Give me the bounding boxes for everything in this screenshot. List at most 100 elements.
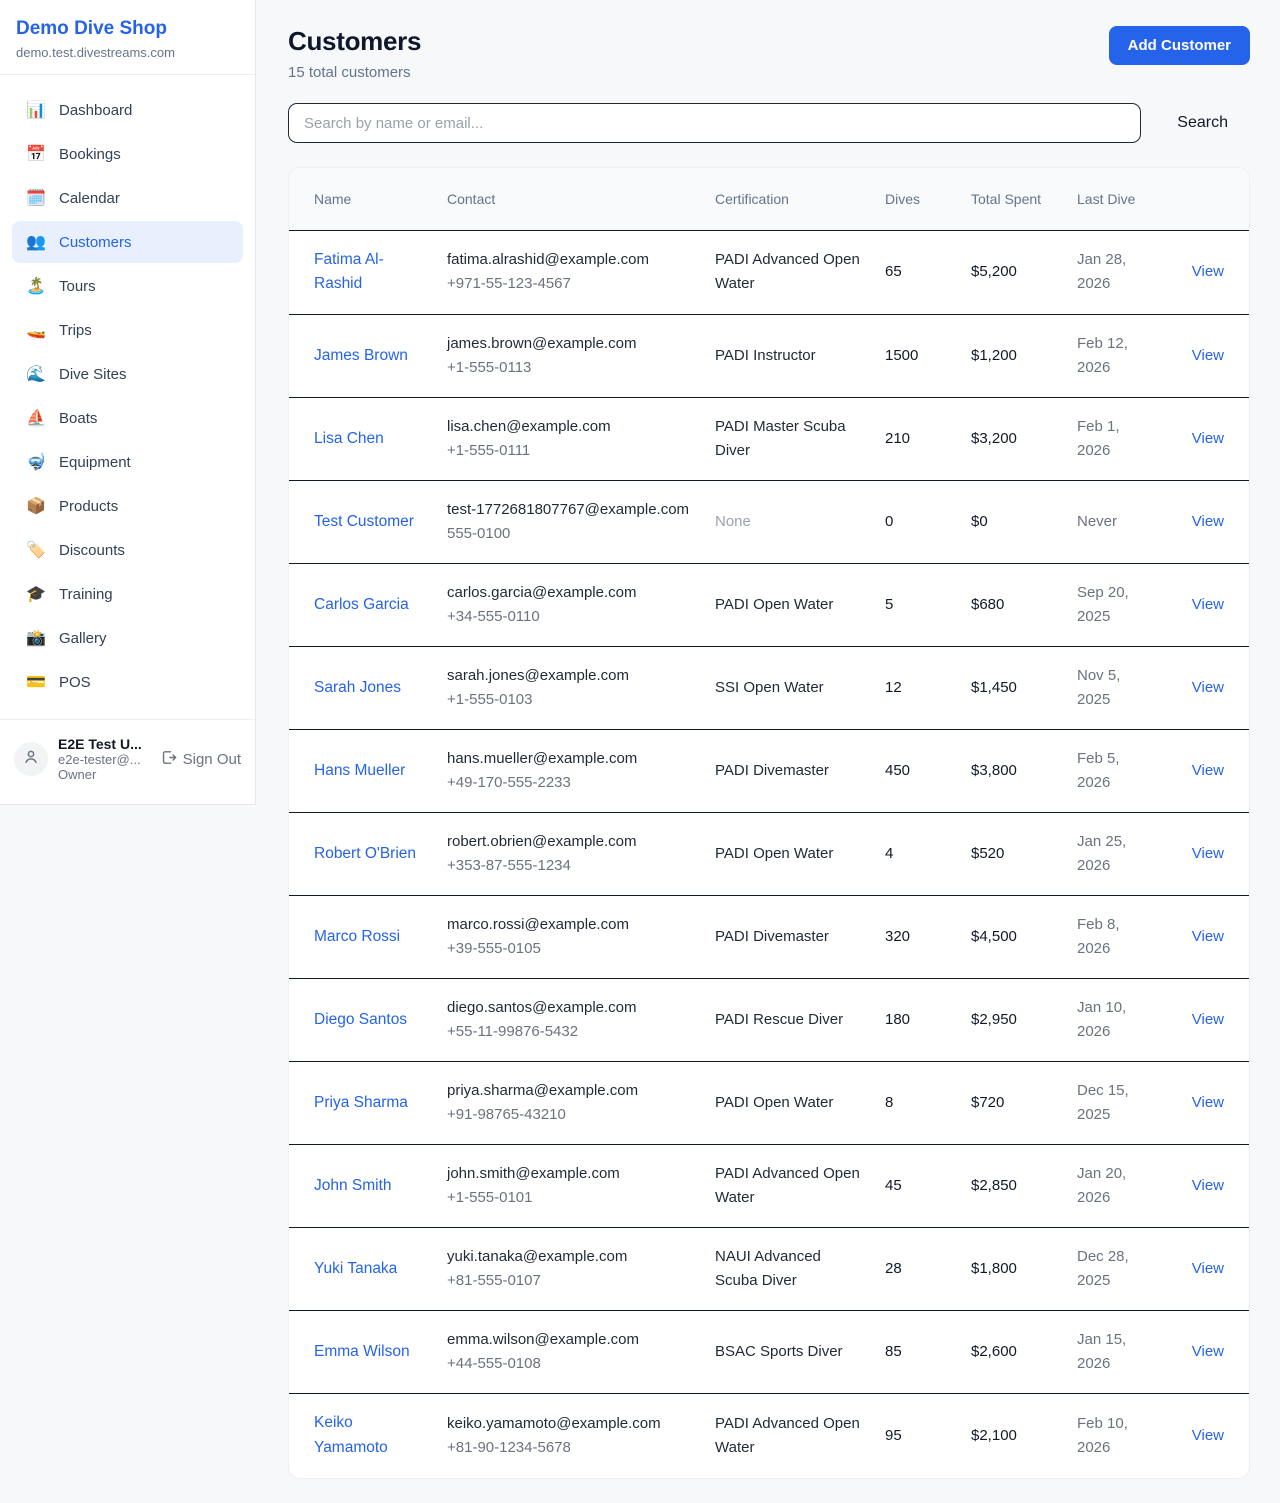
- view-link[interactable]: View: [1192, 1094, 1224, 1111]
- col-header-total-spent: Total Spent: [959, 168, 1065, 230]
- customer-dives: 180: [885, 1011, 910, 1028]
- view-link[interactable]: View: [1192, 347, 1224, 364]
- customer-email: sarah.jones@example.com: [447, 664, 691, 688]
- customer-name-link[interactable]: Test Customer: [314, 513, 414, 530]
- view-link[interactable]: View: [1192, 845, 1224, 862]
- customer-name-link[interactable]: Hans Mueller: [314, 762, 405, 779]
- customer-total-spent: $720: [971, 1094, 1004, 1111]
- customer-last-dive: Jan 28, 2026: [1077, 251, 1126, 292]
- sidebar-item-customers[interactable]: 👥 Customers: [12, 221, 243, 263]
- table-row: Lisa Chen lisa.chen@example.com +1-555-0…: [289, 398, 1249, 481]
- sidebar-item-calendar[interactable]: 🗓️ Calendar: [12, 177, 243, 219]
- customer-name-link[interactable]: Keiko Yamamoto: [314, 1414, 388, 1456]
- view-link[interactable]: View: [1192, 263, 1224, 280]
- sidebar-item-products[interactable]: 📦 Products: [12, 485, 243, 527]
- customer-name-link[interactable]: Robert O'Brien: [314, 845, 416, 862]
- training-icon: 🎓: [26, 584, 46, 604]
- view-link[interactable]: View: [1192, 1011, 1224, 1028]
- user-role: Owner: [58, 767, 150, 782]
- customer-last-dive: Dec 15, 2025: [1077, 1082, 1129, 1123]
- customer-total-spent: $3,800: [971, 762, 1017, 779]
- customer-last-dive: Feb 12, 2026: [1077, 335, 1128, 376]
- customer-certification: PADI Divemaster: [715, 762, 829, 779]
- customer-email: robert.obrien@example.com: [447, 830, 691, 854]
- customer-email: fatima.alrashid@example.com: [447, 248, 691, 272]
- table-row: Marco Rossi marco.rossi@example.com +39-…: [289, 896, 1249, 979]
- products-icon: 📦: [26, 496, 46, 516]
- view-link[interactable]: View: [1192, 928, 1224, 945]
- customer-total-spent: $2,950: [971, 1011, 1017, 1028]
- customer-name-link[interactable]: Emma Wilson: [314, 1343, 410, 1360]
- customer-total-spent: $520: [971, 845, 1004, 862]
- avatar: [14, 742, 48, 776]
- sidebar-item-equipment[interactable]: 🤿 Equipment: [12, 441, 243, 483]
- customer-name-link[interactable]: Yuki Tanaka: [314, 1260, 397, 1277]
- customer-name-link[interactable]: Diego Santos: [314, 1011, 407, 1028]
- customer-dives: 5: [885, 596, 893, 613]
- customer-name-link[interactable]: Fatima Al-Rashid: [314, 251, 384, 293]
- page-title: Customers: [288, 26, 421, 57]
- search-input[interactable]: [288, 103, 1141, 143]
- customers-table: Name Contact Certification Dives Total S…: [289, 168, 1249, 1478]
- customer-name-link[interactable]: Carlos Garcia: [314, 596, 409, 613]
- trips-icon: 🚤: [26, 320, 46, 340]
- customers-table-card: Name Contact Certification Dives Total S…: [288, 167, 1250, 1479]
- customer-certification: PADI Divemaster: [715, 928, 829, 945]
- customer-certification: PADI Instructor: [715, 347, 816, 364]
- sidebar-item-boats[interactable]: ⛵ Boats: [12, 397, 243, 439]
- sidebar-item-tours[interactable]: 🏝️ Tours: [12, 265, 243, 307]
- sidebar-item-gallery[interactable]: 📸 Gallery: [12, 617, 243, 659]
- sidebar-item-bookings[interactable]: 📅 Bookings: [12, 133, 243, 175]
- col-header-last-dive: Last Dive: [1065, 168, 1153, 230]
- search-row: Search: [288, 103, 1250, 143]
- sign-out-button[interactable]: Sign Out: [160, 749, 241, 770]
- view-link[interactable]: View: [1192, 762, 1224, 779]
- customer-total-spent: $4,500: [971, 928, 1017, 945]
- sign-out-label: Sign Out: [183, 751, 241, 768]
- sidebar-item-trips[interactable]: 🚤 Trips: [12, 309, 243, 351]
- search-button[interactable]: Search: [1169, 108, 1236, 138]
- table-row: Hans Mueller hans.mueller@example.com +4…: [289, 730, 1249, 813]
- view-link[interactable]: View: [1192, 1260, 1224, 1277]
- customer-name-link[interactable]: James Brown: [314, 347, 408, 364]
- sidebar-item-dashboard[interactable]: 📊 Dashboard: [12, 89, 243, 131]
- page-header: Customers 15 total customers Add Custome…: [288, 26, 1250, 81]
- customer-email: test-1772681807767@example.com: [447, 498, 691, 522]
- brand-domain: demo.test.divestreams.com: [16, 45, 239, 60]
- customer-name-link[interactable]: Priya Sharma: [314, 1094, 408, 1111]
- sidebar-item-pos[interactable]: 💳 POS: [12, 661, 243, 703]
- customer-phone: +971-55-123-4567: [447, 272, 691, 296]
- view-link[interactable]: View: [1192, 1343, 1224, 1360]
- customer-last-dive: Sep 20, 2025: [1077, 584, 1129, 625]
- discounts-icon: 🏷️: [26, 540, 46, 560]
- customer-certification: PADI Advanced Open Water: [715, 1165, 860, 1206]
- customer-phone: +39-555-0105: [447, 937, 691, 961]
- table-row: Robert O'Brien robert.obrien@example.com…: [289, 813, 1249, 896]
- add-customer-button[interactable]: Add Customer: [1109, 26, 1250, 65]
- customer-email: keiko.yamamoto@example.com: [447, 1412, 691, 1436]
- equipment-icon: 🤿: [26, 452, 46, 472]
- view-link[interactable]: View: [1192, 596, 1224, 613]
- customer-phone: +44-555-0108: [447, 1352, 691, 1376]
- customer-dives: 95: [885, 1427, 902, 1444]
- view-link[interactable]: View: [1192, 430, 1224, 447]
- brand-title[interactable]: Demo Dive Shop: [16, 18, 239, 40]
- customer-name-link[interactable]: Sarah Jones: [314, 679, 401, 696]
- customer-certification: PADI Open Water: [715, 596, 833, 613]
- sidebar-item-training[interactable]: 🎓 Training: [12, 573, 243, 615]
- brand-block: Demo Dive Shop demo.test.divestreams.com: [0, 0, 255, 74]
- customer-name-link[interactable]: John Smith: [314, 1177, 392, 1194]
- customer-email: hans.mueller@example.com: [447, 747, 691, 771]
- tours-icon: 🏝️: [26, 276, 46, 296]
- view-link[interactable]: View: [1192, 679, 1224, 696]
- customer-dives: 320: [885, 928, 910, 945]
- view-link[interactable]: View: [1192, 1177, 1224, 1194]
- customer-name-link[interactable]: Marco Rossi: [314, 928, 400, 945]
- view-link[interactable]: View: [1192, 1427, 1224, 1444]
- customer-name-link[interactable]: Lisa Chen: [314, 430, 384, 447]
- sidebar-item-label: Customers: [59, 234, 132, 251]
- sidebar-item-discounts[interactable]: 🏷️ Discounts: [12, 529, 243, 571]
- customer-phone: +1-555-0113: [447, 356, 691, 380]
- sidebar-item-dive-sites[interactable]: 🌊 Dive Sites: [12, 353, 243, 395]
- view-link[interactable]: View: [1192, 513, 1224, 530]
